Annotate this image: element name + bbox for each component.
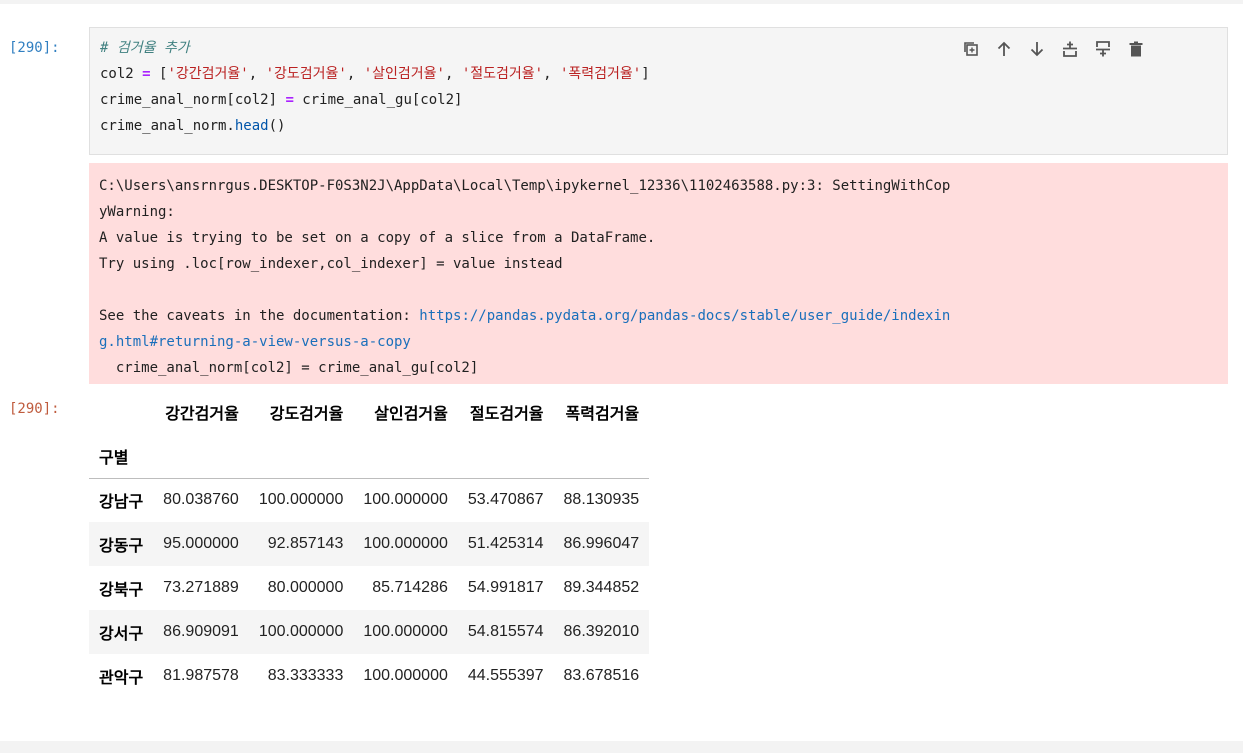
table-cell: 51.425314	[467, 535, 544, 552]
duplicate-cell-button[interactable]	[960, 38, 982, 60]
table-cell: 80.038760	[163, 491, 239, 509]
table-cell: 54.815574	[467, 623, 544, 640]
table-cell: 100.000000	[363, 535, 448, 552]
table-cell: 83.678516	[563, 667, 640, 684]
table-cell: 86.392010	[563, 623, 640, 640]
column-header: 살인검거율	[374, 406, 448, 423]
row-index: 강남구	[99, 494, 144, 512]
duplicate-icon	[964, 42, 978, 56]
table-cell: 95.000000	[163, 535, 239, 552]
table-cell: 85.714286	[372, 579, 448, 596]
table-cell: 80.000000	[267, 579, 344, 596]
table-cell: 92.857143	[267, 535, 344, 552]
column-header: 절도검거율	[469, 406, 544, 423]
table-row: 관악구 81.987578 83.333333 100.000000 44.55…	[89, 654, 649, 698]
column-header-row: 강간검거율 강도검거율 살인검거율 절도검거율 폭력검거율	[89, 390, 649, 434]
row-index: 강서구	[99, 626, 144, 643]
move-up-button[interactable]	[993, 38, 1015, 60]
table-cell: 100.000000	[258, 491, 344, 509]
documentation-link-continued[interactable]: g.html#returning-a-view-versus-a-copy	[99, 334, 411, 350]
table-cell: 73.271889	[163, 579, 239, 596]
trash-icon	[1129, 41, 1143, 57]
insert-cell-above-button[interactable]	[1059, 38, 1081, 60]
table-row: 강남구 80.038760 100.000000 100.000000 53.4…	[89, 478, 649, 522]
code-comment: # 검거율 추가	[100, 40, 190, 56]
insert-cell-below-button[interactable]	[1092, 38, 1114, 60]
index-name-row: 구별	[89, 434, 650, 478]
move-down-button[interactable]	[1026, 38, 1048, 60]
documentation-link[interactable]: https://pandas.pydata.org/pandas-docs/st…	[419, 308, 950, 324]
table-row: 강서구 86.909091 100.000000 100.000000 54.8…	[89, 610, 650, 654]
table-cell: 88.130935	[563, 491, 640, 509]
table-cell: 100.000000	[363, 491, 448, 509]
table-cell: 100.000000	[363, 623, 448, 640]
insert-above-icon	[1063, 41, 1077, 57]
table-cell: 86.909091	[163, 623, 239, 640]
index-name: 구별	[99, 449, 129, 467]
table-cell: 53.470867	[467, 491, 544, 509]
top-background-strip	[0, 0, 1243, 4]
column-header: 강간검거율	[165, 406, 239, 423]
table-cell: 86.996047	[563, 535, 640, 552]
output-prompt: [290]:	[9, 401, 60, 417]
table-cell: 100.000000	[363, 667, 448, 684]
code-text[interactable]: # 검거율 추가 col2 = ['강간검거율', '강도검거율', '살인검거…	[100, 35, 650, 139]
dataframe-table: 강간검거율 강도검거율 살인검거율 절도검거율 폭력검거율 구별 강남구 80.…	[89, 390, 650, 698]
table-row: 강북구 73.271889 80.000000 85.714286 54.991…	[89, 566, 649, 610]
index-corner	[89, 390, 153, 434]
table-cell: 44.555397	[467, 667, 544, 684]
column-header: 폭력검거율	[565, 406, 640, 423]
row-index: 강동구	[99, 538, 144, 555]
table-cell: 81.987578	[163, 667, 239, 684]
table-cell: 100.000000	[258, 623, 344, 640]
table-cell: 89.344852	[563, 579, 640, 596]
input-prompt: [290]:	[9, 40, 60, 56]
column-header: 강도검거율	[269, 406, 344, 423]
arrow-up-icon	[997, 41, 1011, 56]
insert-below-icon	[1096, 41, 1110, 57]
table-cell: 83.333333	[267, 667, 344, 684]
cell-toolbar	[960, 35, 1147, 63]
arrow-down-icon	[1030, 42, 1044, 57]
table-cell: 54.991817	[467, 579, 544, 596]
row-index: 관악구	[99, 670, 144, 687]
delete-cell-button[interactable]	[1125, 38, 1147, 60]
table-row: 강동구 95.000000 92.857143 100.000000 51.42…	[89, 522, 650, 566]
row-index: 강북구	[99, 582, 144, 599]
stderr-output: C:\Users\ansrnrgus.DESKTOP-F0S3N2J\AppDa…	[89, 163, 1228, 384]
warning-text: C:\Users\ansrnrgus.DESKTOP-F0S3N2J\AppDa…	[99, 178, 951, 376]
bottom-background-strip	[0, 741, 1243, 753]
